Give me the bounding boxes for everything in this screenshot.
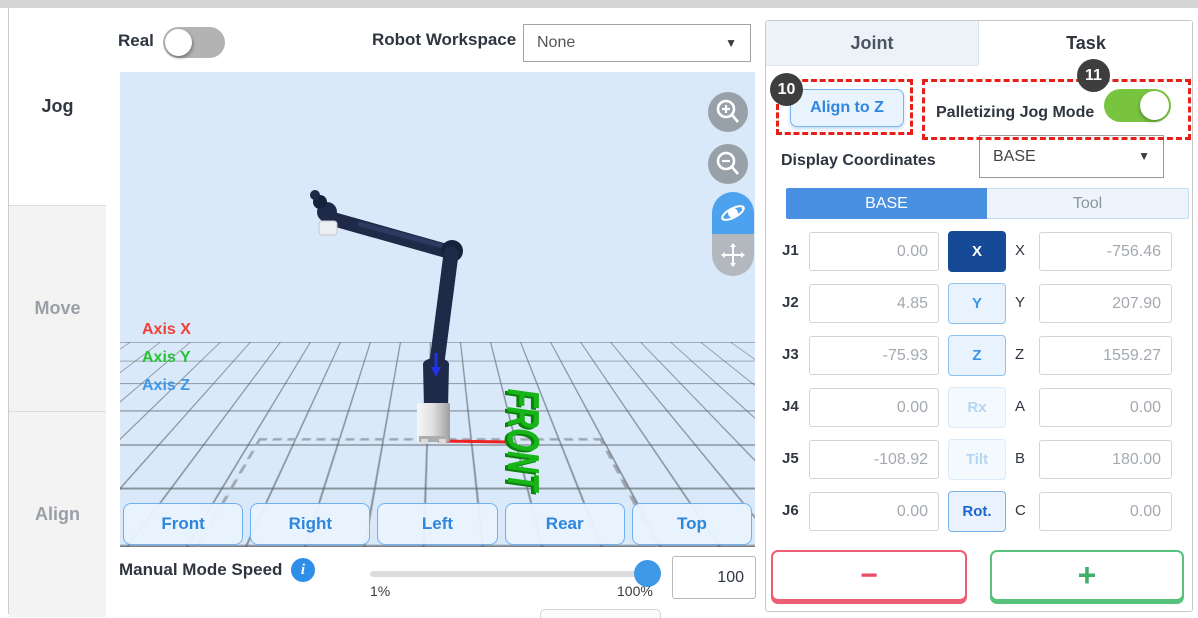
view-buttons-row: Front Right Left Rear Top xyxy=(123,503,752,545)
chevron-down-icon: ▼ xyxy=(1138,136,1150,177)
zoom-in-button[interactable] xyxy=(708,92,748,132)
chevron-down-icon: ▼ xyxy=(725,25,737,61)
joint-value-field[interactable]: 0.00 xyxy=(809,232,939,271)
tab-label: Task xyxy=(1066,33,1106,54)
zoom-out-icon xyxy=(711,147,745,181)
jog-row-j4: J4 0.00 Rx A 0.00 xyxy=(766,387,1194,427)
speed-slider-track[interactable] xyxy=(370,571,658,577)
display-coordinates-label: Display Coordinates xyxy=(781,152,936,170)
joint-value-field[interactable]: 0.00 xyxy=(809,492,939,531)
zoom-in-icon xyxy=(711,95,745,129)
jog-plus-button[interactable]: + xyxy=(990,550,1184,601)
real-toggle[interactable] xyxy=(163,27,225,58)
sidebar-item-jog[interactable]: Jog xyxy=(9,8,106,205)
sidebar: Jog Move Align xyxy=(9,8,106,617)
coord-value-field[interactable]: -756.46 xyxy=(1039,232,1172,271)
forearm xyxy=(437,254,451,362)
robot-workspace-value: None xyxy=(537,34,575,51)
tab-joint[interactable]: Joint xyxy=(766,21,979,66)
coord-label: Y xyxy=(1015,283,1025,323)
coord-value-field[interactable]: 0.00 xyxy=(1039,492,1172,531)
display-coordinates-dropdown[interactable]: BASE ▼ xyxy=(979,135,1164,178)
robot-workspace-dropdown[interactable]: None ▼ xyxy=(523,24,751,62)
view-right-button[interactable]: Right xyxy=(250,503,370,545)
rotate-view-button[interactable] xyxy=(712,192,754,234)
tab-label: Joint xyxy=(851,33,894,54)
coord-value-field[interactable]: 207.90 xyxy=(1039,284,1172,323)
jog-row-j1: J1 0.00 X X -756.46 xyxy=(766,231,1194,271)
view-front-button[interactable]: Front xyxy=(123,503,243,545)
tab-task[interactable]: Task xyxy=(980,21,1192,66)
coord-label: X xyxy=(1015,231,1025,271)
frame-tab-tool[interactable]: Tool xyxy=(987,188,1189,219)
speed-value-input[interactable]: 100 xyxy=(672,556,756,599)
sidebar-item-align[interactable]: Align xyxy=(9,411,106,617)
axis-x-label: Axis X xyxy=(142,321,191,339)
sidebar-item-label: Jog xyxy=(41,96,73,117)
info-icon[interactable]: i xyxy=(291,558,315,582)
joint-label: J1 xyxy=(782,231,799,271)
axis-button-x[interactable]: X xyxy=(948,231,1006,272)
robot-arm-model xyxy=(120,72,755,547)
annotation-rect-11 xyxy=(922,79,1191,140)
view-left-button[interactable]: Left xyxy=(377,503,497,545)
coord-label: B xyxy=(1015,439,1025,479)
axis-button-rot[interactable]: Rot. xyxy=(948,491,1006,532)
robot-3d-viewport[interactable]: Axis X Axis Y Axis Z FRONT xyxy=(120,72,755,547)
pan-view-icon xyxy=(719,241,747,269)
jog-panel: Joint Task 10 11 Align to Z Palletizing … xyxy=(765,20,1193,612)
upper-arm xyxy=(333,219,450,252)
annotation-badge-10: 10 xyxy=(770,73,803,106)
tool-flange xyxy=(319,221,337,235)
jog-row-j5: J5 -108.92 Tilt B 180.00 xyxy=(766,439,1194,479)
coord-label: A xyxy=(1015,387,1025,427)
axis-z-label: Axis Z xyxy=(142,377,190,395)
window-top-bar xyxy=(0,0,1198,8)
coord-label: Z xyxy=(1015,335,1024,375)
front-direction-label: FRONT xyxy=(491,385,553,496)
axis-y-label: Axis Y xyxy=(142,349,191,367)
coord-value-field[interactable]: 180.00 xyxy=(1039,440,1172,479)
coord-label: C xyxy=(1015,491,1026,531)
real-toggle-label: Real xyxy=(118,31,154,51)
sidebar-item-label: Align xyxy=(35,504,80,525)
manual-mode-speed-label: Manual Mode Speed xyxy=(119,560,282,580)
joint-value-field[interactable]: 4.85 xyxy=(809,284,939,323)
axis-button-z[interactable]: Z xyxy=(948,335,1006,376)
jog-row-j6: J6 0.00 Rot. C 0.00 xyxy=(766,491,1194,531)
joint-value-field[interactable]: -108.92 xyxy=(809,440,939,479)
toggle-knob xyxy=(165,29,192,56)
robot-workspace-label: Robot Workspace xyxy=(372,30,516,50)
sidebar-item-move[interactable]: Move xyxy=(9,205,106,411)
zoom-out-button[interactable] xyxy=(708,144,748,184)
joint-value-field[interactable]: -75.93 xyxy=(809,336,939,375)
jog-row-j2: J2 4.85 Y Y 207.90 xyxy=(766,283,1194,323)
joint-label: J4 xyxy=(782,387,799,427)
view-mode-toggle xyxy=(712,192,754,276)
joint-label: J6 xyxy=(782,491,799,531)
frame-tab-base[interactable]: BASE xyxy=(786,188,987,219)
jog-minus-button[interactable]: − xyxy=(771,550,967,601)
display-coordinates-value: BASE xyxy=(993,148,1036,165)
pan-view-button[interactable] xyxy=(712,234,754,276)
joint-value-field[interactable]: 0.00 xyxy=(809,388,939,427)
joint-label: J3 xyxy=(782,335,799,375)
speed-min-label: 1% xyxy=(370,583,390,599)
joint-label: J5 xyxy=(782,439,799,479)
rotate-view-icon xyxy=(718,198,748,228)
view-rear-button[interactable]: Rear xyxy=(505,503,625,545)
jog-row-j3: J3 -75.93 Z Z 1559.27 xyxy=(766,335,1194,375)
axis-button-rx[interactable]: Rx xyxy=(948,387,1006,428)
axis-button-tilt[interactable]: Tilt xyxy=(948,439,1006,480)
annotation-badge-11: 11 xyxy=(1077,59,1110,92)
frame-segmented-control: BASE Tool xyxy=(786,188,1189,219)
speed-max-label: 100% xyxy=(617,583,653,599)
coord-value-field[interactable]: 0.00 xyxy=(1039,388,1172,427)
sidebar-item-label: Move xyxy=(34,298,80,319)
view-top-button[interactable]: Top xyxy=(632,503,752,545)
axis-button-y[interactable]: Y xyxy=(948,283,1006,324)
coord-value-field[interactable]: 1559.27 xyxy=(1039,336,1172,375)
joint-label: J2 xyxy=(782,283,799,323)
